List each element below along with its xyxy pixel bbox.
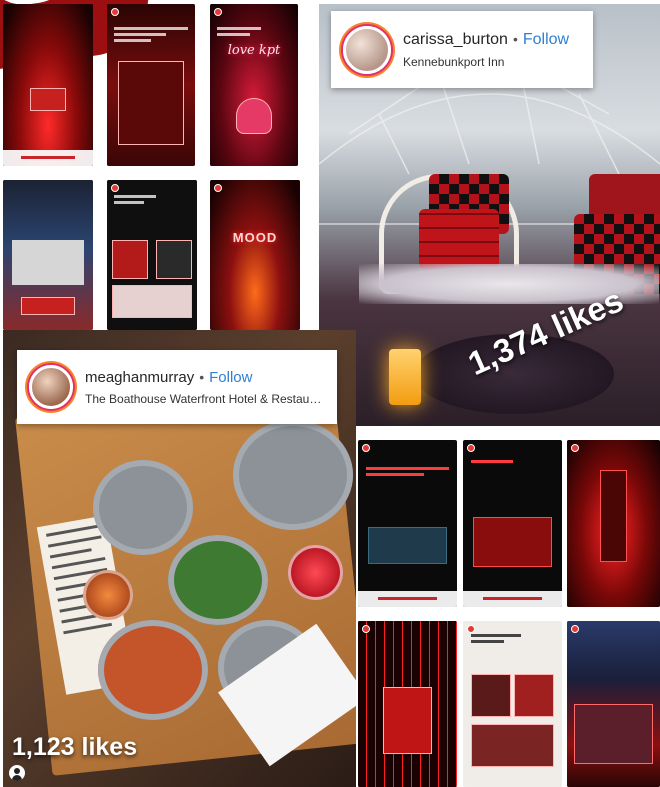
love-kpt-neon-sign: love kpt <box>227 42 281 58</box>
user-profile-icon[interactable] <box>9 765 25 781</box>
story-thumbnail[interactable] <box>3 4 93 166</box>
separator-dot: • <box>199 368 205 385</box>
story-thumbnail[interactable] <box>358 621 457 787</box>
candle-lantern <box>389 349 421 405</box>
story-thumbnail[interactable] <box>463 621 562 787</box>
story-thumbnail[interactable] <box>107 4 195 166</box>
red-pillow <box>419 209 499 269</box>
avatar[interactable] <box>343 25 391 74</box>
story-thumbnail[interactable] <box>3 180 93 330</box>
plate <box>93 460 193 555</box>
cocktail-glass <box>83 570 133 620</box>
cocktail-glass <box>288 545 343 600</box>
story-thumbnail[interactable] <box>567 621 660 787</box>
mood-neon-sign: MOOD <box>232 229 278 245</box>
story-thumbnail[interactable] <box>463 440 562 607</box>
story-thumbnail[interactable] <box>567 440 660 607</box>
plate <box>98 620 208 720</box>
follow-button[interactable]: Follow <box>523 31 569 49</box>
story-thumbnail[interactable]: MOOD <box>210 180 300 330</box>
story-thumbnail[interactable]: love kpt <box>210 4 298 166</box>
avatar[interactable] <box>29 365 73 409</box>
separator-dot: • <box>512 30 518 47</box>
post-header-carissa: carissa_burton • Follow Kennebunkport In… <box>331 11 593 88</box>
likes-count: 1,123 likes <box>12 733 138 761</box>
location-link[interactable]: The Boathouse Waterfront Hotel & Restau… <box>85 392 325 406</box>
story-thumbnail[interactable] <box>358 440 457 607</box>
plate <box>168 535 268 625</box>
plate <box>233 420 353 530</box>
username[interactable]: meaghanmurray <box>85 369 194 386</box>
post-header-meaghan: meaghanmurray • Follow The Boathouse Wat… <box>17 350 337 424</box>
follow-button[interactable]: Follow <box>209 369 252 386</box>
username[interactable]: carissa_burton <box>403 31 508 49</box>
location-link[interactable]: Kennebunkport Inn <box>403 55 569 69</box>
story-thumbnail[interactable] <box>107 180 197 330</box>
